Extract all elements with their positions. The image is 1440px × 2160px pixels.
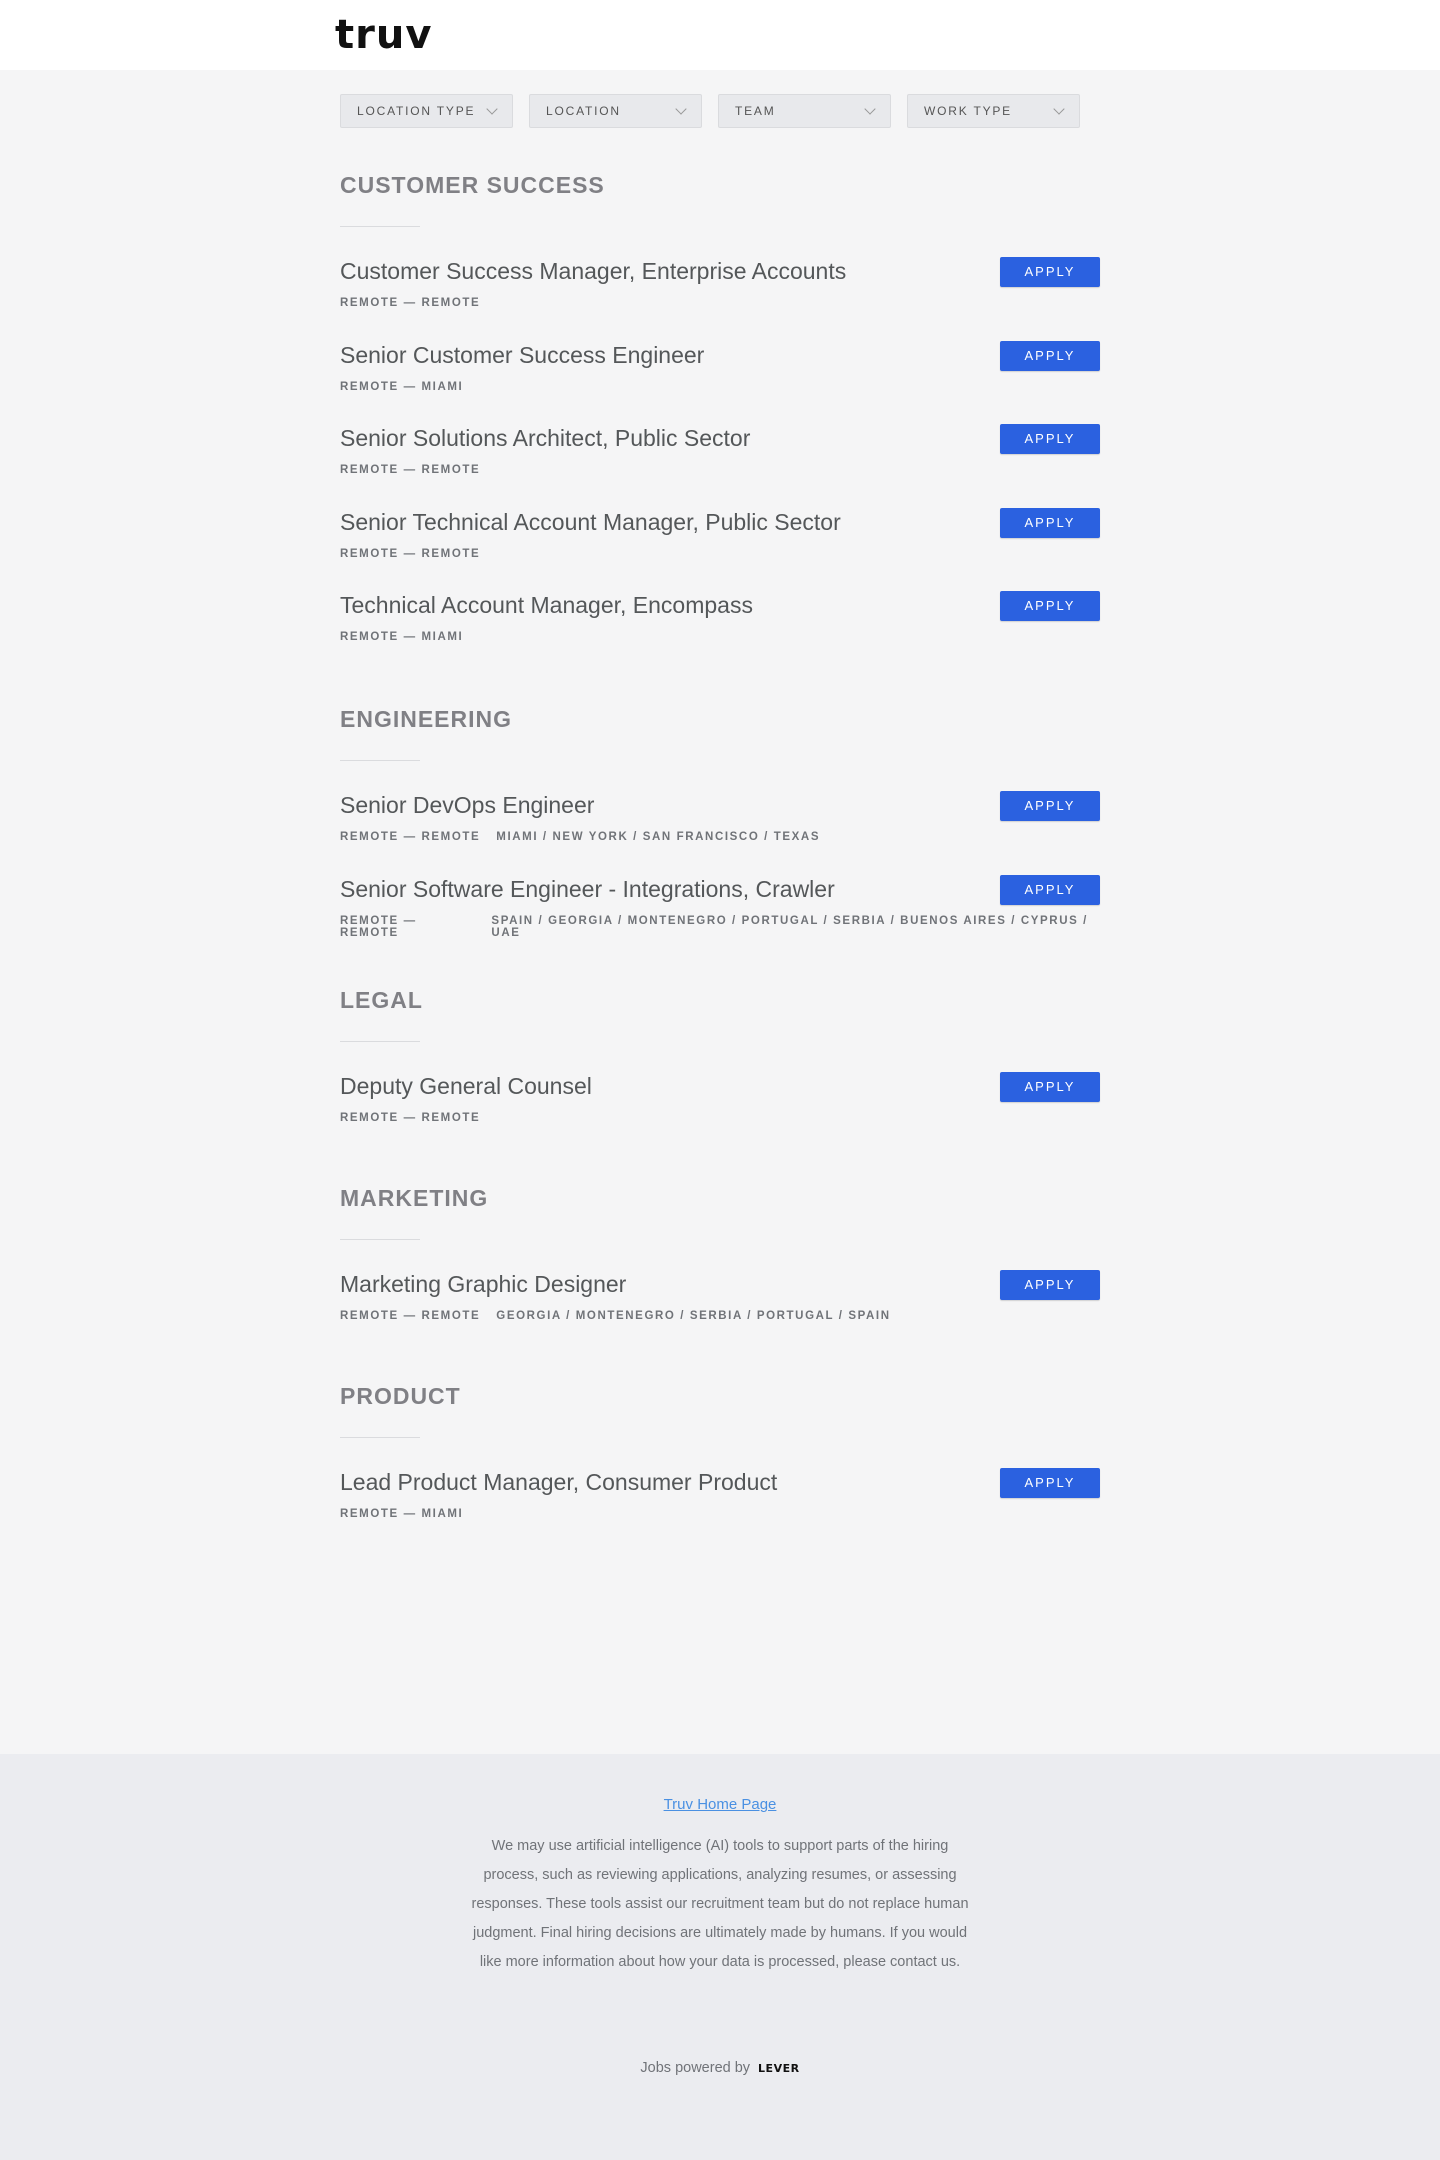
job-workplace: Remote — Remote	[340, 297, 481, 309]
job-title-link[interactable]: Lead Product Manager, Consumer Product	[340, 1468, 1100, 1496]
filter-label: Location	[546, 104, 621, 118]
job-title-link[interactable]: Senior Solutions Architect, Public Secto…	[340, 424, 1100, 452]
job-title-link[interactable]: Senior Technical Account Manager, Public…	[340, 508, 1100, 536]
job-title-link[interactable]: Senior Software Engineer - Integrations,…	[340, 875, 1100, 903]
job-workplace: Remote — Remote	[340, 831, 481, 843]
apply-button[interactable]: Apply	[1000, 591, 1100, 621]
job-posting: Marketing Graphic Designer Remote — Remot…	[340, 1270, 1100, 1354]
section-divider	[340, 226, 420, 227]
job-workplace: Remote — Remote	[340, 1112, 481, 1124]
filter-location[interactable]: Location	[529, 94, 702, 128]
section-title: Product	[340, 1383, 461, 1409]
job-posting: Senior Technical Account Manager, Public…	[340, 507, 1100, 592]
apply-button[interactable]: Apply	[1000, 1072, 1100, 1102]
section-customer-success: Customer Success Customer Success Manager…	[340, 172, 1100, 675]
section-postings: Senior DevOps Engineer Remote — Remote Mia…	[340, 791, 1100, 958]
apply-button[interactable]: Apply	[1000, 507, 1100, 538]
chevron-down-icon	[864, 102, 876, 115]
job-workplace: Remote — Remote	[340, 464, 481, 476]
job-meta: Remote — Miami	[340, 631, 1100, 643]
chevron-down-icon	[486, 102, 498, 115]
job-workplace: Remote — Remote	[340, 1310, 481, 1322]
job-workplace: Remote — Miami	[340, 1508, 464, 1520]
powered-by: Jobs powered by LEVER	[0, 2060, 1440, 2076]
apply-button[interactable]: Apply	[1000, 874, 1100, 905]
job-workplace: Remote — Miami	[340, 631, 464, 643]
section-divider	[340, 1437, 420, 1438]
filter-label: Work type	[924, 104, 1012, 118]
ai-disclaimer: We may use artificial intelligence (AI) …	[471, 1838, 969, 1970]
postings-container: Location type Location Team Work type Cu…	[340, 94, 1100, 1520]
filter-bar: Location type Location Team Work type	[340, 94, 1100, 128]
job-posting: Senior Customer Success Engineer Remote —…	[340, 340, 1100, 425]
job-meta: Remote — Miami	[340, 381, 1100, 393]
job-title-link[interactable]: Deputy General Counsel	[340, 1072, 1100, 1100]
job-workplace: Remote — Remote	[340, 914, 417, 939]
section-title: Legal	[340, 987, 423, 1013]
powered-by-text: Jobs powered by	[640, 2060, 751, 2076]
lever-logo[interactable]: LEVER	[758, 2062, 800, 2075]
job-meta: Remote — Remote Miami / New York / San Fr…	[340, 831, 1100, 843]
job-title-link[interactable]: Customer Success Manager, Enterprise Acc…	[340, 257, 1100, 285]
apply-button[interactable]: Apply	[1000, 340, 1100, 371]
section-title: Engineering	[340, 706, 513, 732]
footer: Truv Home Page We may use artificial int…	[0, 1754, 1440, 2160]
section-legal: Legal Deputy General Counsel Remote — Remo…	[340, 987, 1100, 1156]
apply-button[interactable]: Apply	[1000, 257, 1100, 287]
job-meta: Remote — Remote Georgia / Montenegro / Se…	[340, 1310, 1100, 1322]
section-postings: Deputy General Counsel Remote — Remote App…	[340, 1072, 1100, 1156]
job-meta: Remote — Remote	[340, 548, 1100, 560]
section-divider	[340, 760, 420, 761]
home-page-link[interactable]: Truv Home Page	[0, 1796, 1440, 1813]
section-postings: Lead Product Manager, Consumer Product Re…	[340, 1468, 1100, 1552]
job-posting: Senior Solutions Architect, Public Secto…	[340, 424, 1100, 508]
section-divider	[340, 1041, 420, 1042]
job-workplace: Remote — Remote	[340, 547, 481, 560]
apply-button[interactable]: Apply	[1000, 1468, 1100, 1498]
section-postings: Marketing Graphic Designer Remote — Remot…	[340, 1270, 1100, 1354]
chevron-down-icon	[675, 102, 687, 115]
job-locations: Georgia / Montenegro / Serbia / Portugal…	[496, 1310, 891, 1322]
job-meta: Remote — Miami	[340, 1508, 1100, 1520]
job-posting: Deputy General Counsel Remote — Remote App…	[340, 1072, 1100, 1156]
job-posting: Senior DevOps Engineer Remote — Remote Mia…	[340, 791, 1100, 875]
job-posting: Technical Account Manager, Encompass Remo…	[340, 591, 1100, 675]
job-title-link[interactable]: Technical Account Manager, Encompass	[340, 591, 1100, 619]
apply-button[interactable]: Apply	[1000, 1270, 1100, 1300]
chevron-down-icon	[1053, 102, 1065, 115]
truv-logo[interactable]: truv	[335, 10, 432, 60]
apply-button[interactable]: Apply	[1000, 791, 1100, 821]
job-title-link[interactable]: Senior DevOps Engineer	[340, 791, 1100, 819]
job-locations: Spain / Georgia / Montenegro / Portugal …	[491, 914, 1088, 939]
filter-label: Location type	[357, 104, 476, 118]
job-meta: Remote — Remote Spain / Georgia / Montene…	[340, 915, 1100, 939]
apply-button[interactable]: Apply	[1000, 424, 1100, 454]
section-title: Marketing	[340, 1185, 489, 1211]
section-product: Product Lead Product Manager, Consumer Pr…	[340, 1383, 1100, 1552]
top-bar: truv	[0, 0, 1440, 70]
job-title-link[interactable]: Senior Customer Success Engineer	[340, 341, 1100, 369]
section-divider	[340, 1239, 420, 1240]
job-posting: Customer Success Manager, Enterprise Acc…	[340, 257, 1100, 341]
job-posting: Senior Software Engineer - Integrations,…	[340, 874, 1100, 959]
filter-location-type[interactable]: Location type	[340, 94, 513, 128]
job-meta: Remote — Remote	[340, 1112, 1100, 1124]
section-marketing: Marketing Marketing Graphic Designer Remot…	[340, 1185, 1100, 1354]
job-title-link[interactable]: Marketing Graphic Designer	[340, 1270, 1100, 1298]
filter-work-type[interactable]: Work type	[907, 94, 1080, 128]
section-postings: Customer Success Manager, Enterprise Acc…	[340, 257, 1100, 675]
job-posting: Lead Product Manager, Consumer Product Re…	[340, 1468, 1100, 1552]
section-title: Customer Success	[340, 172, 605, 198]
job-meta: Remote — Remote	[340, 297, 1100, 309]
filter-label: Team	[735, 104, 776, 118]
job-locations: Miami / New York / San Francisco / Texas	[496, 831, 821, 843]
filter-team[interactable]: Team	[718, 94, 891, 128]
job-meta: Remote — Remote	[340, 464, 1100, 476]
job-workplace: Remote — Miami	[340, 380, 464, 393]
section-engineering: Engineering Senior DevOps Engineer Remote …	[340, 706, 1100, 958]
